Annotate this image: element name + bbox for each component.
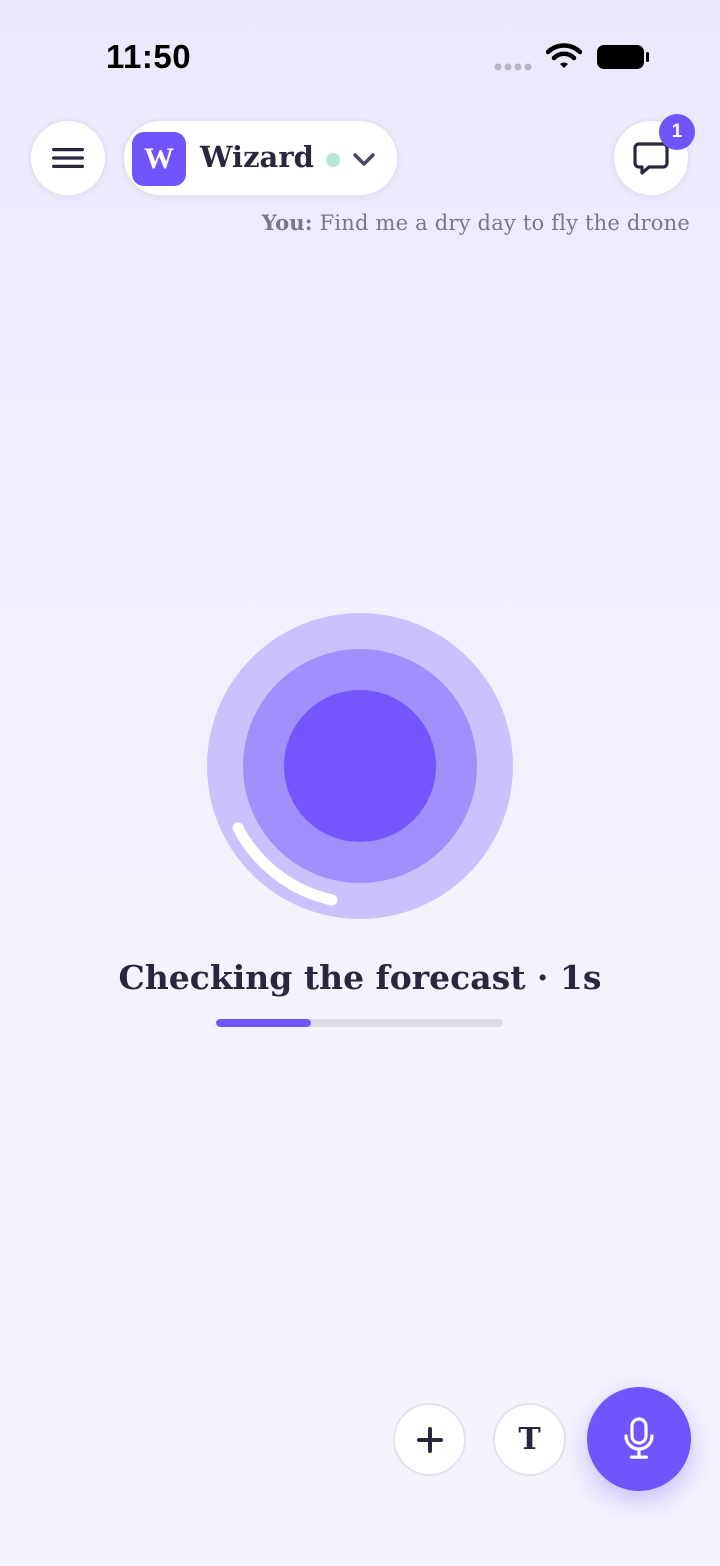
voice-orb bbox=[207, 613, 513, 919]
text-mode-label: T bbox=[518, 1422, 541, 1457]
microphone-button[interactable] bbox=[587, 1387, 691, 1491]
assistant-avatar: W bbox=[132, 132, 186, 186]
assistant-name: Wizard bbox=[200, 140, 314, 174]
battery-icon bbox=[597, 45, 649, 69]
processing-status-text: Checking the forecast · 1s bbox=[118, 958, 602, 997]
progress-bar-fill bbox=[216, 1019, 311, 1027]
message-text: Find me a dry day to fly the drone bbox=[319, 211, 690, 235]
chat-bubble-icon bbox=[633, 142, 669, 175]
text-input-button[interactable]: T bbox=[493, 1403, 566, 1476]
progress-bar bbox=[216, 1019, 503, 1027]
online-status-dot bbox=[326, 153, 340, 167]
message-speaker: You: bbox=[261, 210, 313, 235]
menu-button[interactable] bbox=[29, 119, 107, 197]
status-bar: 11:50 bbox=[0, 0, 720, 110]
chevron-down-icon bbox=[353, 153, 375, 166]
plus-icon bbox=[416, 1426, 443, 1453]
chat-unread-badge: 1 bbox=[659, 114, 695, 150]
add-button[interactable] bbox=[393, 1403, 466, 1476]
signal-icon bbox=[494, 63, 532, 71]
menu-icon bbox=[52, 148, 84, 168]
assistant-selector[interactable]: W Wizard bbox=[122, 119, 399, 197]
wifi-icon bbox=[546, 43, 582, 68]
last-user-message: You: Find me a dry day to fly the drone bbox=[262, 210, 690, 235]
status-time: 11:50 bbox=[106, 38, 192, 75]
microphone-icon bbox=[624, 1417, 654, 1459]
orb-core bbox=[284, 690, 436, 842]
